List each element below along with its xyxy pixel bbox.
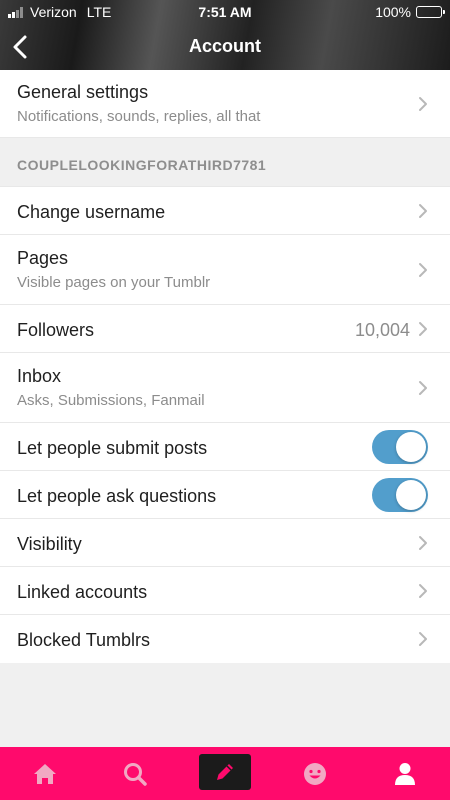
- chevron-right-icon: [419, 263, 427, 277]
- tab-bar: [0, 747, 450, 800]
- search-icon: [124, 762, 147, 786]
- general-settings-row[interactable]: General settings Notifications, sounds, …: [0, 70, 450, 138]
- battery-percent: 100%: [375, 4, 411, 20]
- change-username-label: Change username: [17, 202, 166, 222]
- blog-section-header: COUPLELOOKINGFORATHIRD7781: [0, 138, 450, 187]
- chevron-right-icon: [419, 381, 427, 395]
- chevron-right-icon: [419, 97, 427, 111]
- home-icon: [34, 763, 56, 784]
- ask-questions-row: Let people ask questions: [0, 471, 450, 519]
- compose-icon: [217, 764, 233, 780]
- blog-name: COUPLELOOKINGFORATHIRD7781: [17, 157, 267, 173]
- header: Verizon LTE 7:51 AM 100% Account: [0, 0, 450, 70]
- submit-posts-toggle[interactable]: [372, 430, 428, 464]
- visibility-label: Visibility: [17, 534, 82, 554]
- followers-row[interactable]: Followers 10,004: [0, 305, 450, 353]
- submit-posts-label: Let people submit posts: [17, 438, 208, 458]
- inbox-label: Inbox: [17, 366, 62, 386]
- pages-label: Pages: [17, 248, 69, 268]
- nav-bar: Account: [0, 24, 450, 70]
- general-settings-subtitle: Notifications, sounds, replies, all that: [17, 108, 261, 125]
- pages-row[interactable]: Pages Visible pages on your Tumblr: [0, 235, 450, 305]
- linked-accounts-row[interactable]: Linked accounts: [0, 567, 450, 615]
- chevron-right-icon: [419, 584, 427, 598]
- pages-subtitle: Visible pages on your Tumblr: [17, 274, 211, 291]
- tab-compose[interactable]: [199, 754, 251, 790]
- ask-questions-toggle[interactable]: [372, 478, 428, 512]
- status-bar: Verizon LTE 7:51 AM 100%: [0, 0, 450, 24]
- blocked-tumblrs-label: Blocked Tumblrs: [17, 630, 151, 650]
- linked-accounts-label: Linked accounts: [17, 582, 148, 602]
- tab-account[interactable]: [375, 747, 435, 800]
- ask-questions-label: Let people ask questions: [17, 486, 217, 506]
- tab-activity[interactable]: [285, 747, 345, 800]
- chevron-right-icon: [419, 632, 427, 646]
- blocked-tumblrs-row[interactable]: Blocked Tumblrs: [0, 615, 450, 663]
- submit-posts-row: Let people submit posts: [0, 423, 450, 471]
- activity-icon: [304, 762, 326, 785]
- page-title: Account: [189, 36, 261, 56]
- change-username-row[interactable]: Change username: [0, 187, 450, 235]
- visibility-row[interactable]: Visibility: [0, 519, 450, 567]
- settings-list: General settings Notifications, sounds, …: [0, 70, 450, 663]
- battery-icon: [416, 6, 445, 18]
- inbox-row[interactable]: Inbox Asks, Submissions, Fanmail: [0, 353, 450, 423]
- tab-home[interactable]: [15, 747, 75, 800]
- followers-label: Followers: [17, 320, 95, 340]
- inbox-subtitle: Asks, Submissions, Fanmail: [17, 392, 205, 409]
- chevron-right-icon: [419, 322, 427, 336]
- chevron-right-icon: [419, 536, 427, 550]
- followers-count: 10,004: [354, 320, 410, 340]
- tab-search[interactable]: [105, 747, 165, 800]
- chevron-right-icon: [419, 204, 427, 218]
- account-icon: [395, 762, 415, 785]
- general-settings-label: General settings: [17, 82, 149, 102]
